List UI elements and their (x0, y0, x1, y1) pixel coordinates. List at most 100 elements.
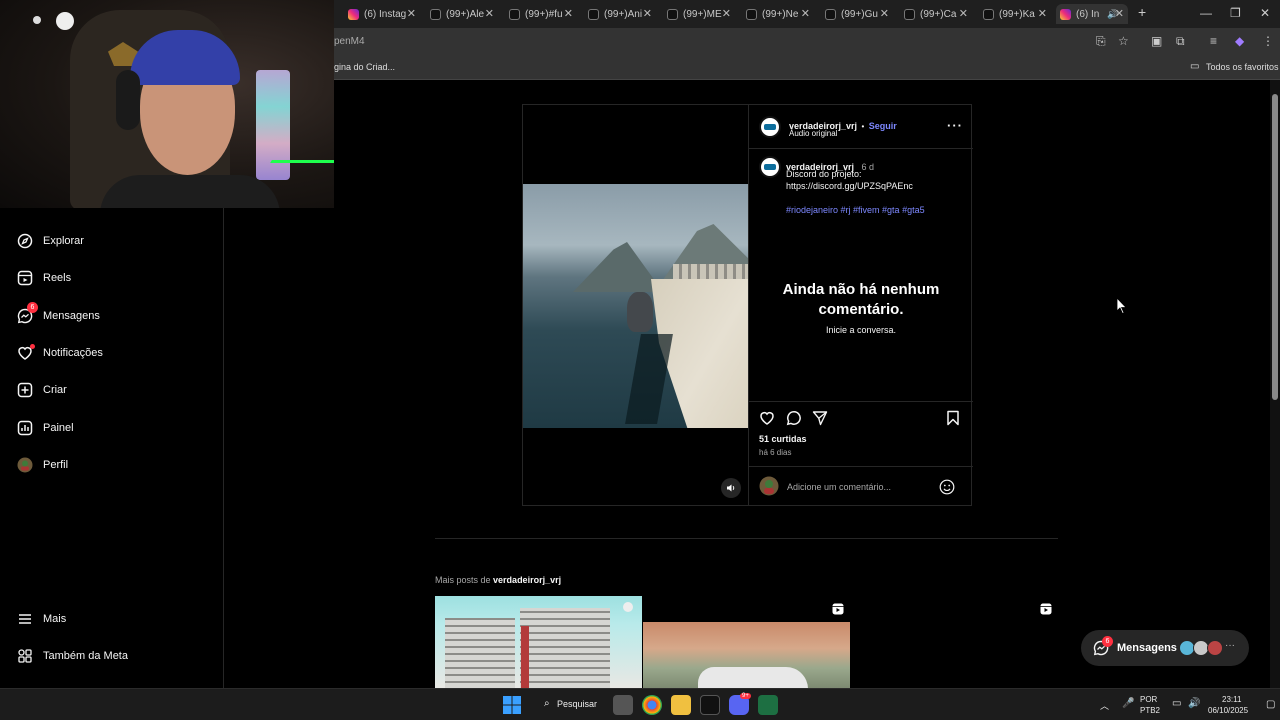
like-icon[interactable] (759, 410, 775, 431)
likes-count[interactable]: 51 curtidas (759, 434, 807, 444)
puzzle-icon[interactable]: ⧉ (1176, 34, 1185, 49)
tiktok-icon (509, 8, 520, 20)
chrome-icon[interactable] (642, 695, 662, 715)
media-icon[interactable]: ≡ (1210, 34, 1217, 48)
close-icon[interactable]: ✕ (1115, 7, 1124, 20)
streamer-shirt (100, 175, 280, 208)
sidebar-item-meta[interactable]: Também da Meta (16, 645, 128, 667)
chart-icon (16, 419, 34, 437)
sidebar-item-mais[interactable]: Mais (16, 608, 66, 630)
building-stripe (521, 626, 529, 688)
profile-icon[interactable]: ◆ (1235, 34, 1244, 48)
caption-link[interactable]: https://discord.gg/UPZSqPAEnc (786, 180, 913, 192)
page-scrollbar[interactable] (1270, 80, 1280, 688)
more-options-icon[interactable]: ··· (947, 118, 963, 133)
sidebar-item-mensagens[interactable]: 6 Mensagens (16, 302, 100, 327)
notification-badge: 6 (27, 302, 38, 313)
network-icon[interactable]: ▭ (1172, 698, 1181, 709)
language-secondary[interactable]: PTB2 (1140, 706, 1160, 715)
caption-line: Discord do projeto: (786, 169, 862, 179)
browser-tab[interactable]: (6) Instag ✕ (348, 4, 416, 24)
address-bar[interactable]: penM4 (334, 32, 1134, 52)
post-thumbnail[interactable] (643, 622, 850, 688)
separator-dot: • (861, 122, 865, 131)
browser-tab[interactable]: (99+)Ka ✕ (983, 4, 1047, 24)
tiktok-icon[interactable] (700, 695, 720, 715)
sidebar-item-explorar[interactable]: Explorar (16, 230, 84, 252)
tab-title: (99+)#fu (525, 8, 563, 20)
mute-button[interactable] (721, 478, 741, 498)
emoji-icon[interactable] (939, 479, 955, 500)
comment-icon[interactable] (786, 410, 802, 431)
sidebar-item-notificacoes[interactable]: Notificações (16, 342, 103, 364)
browser-tab[interactable]: (99+)Ca ✕ (904, 4, 968, 24)
messages-pill[interactable]: 6 Mensagens ··· (1081, 630, 1249, 666)
heart-icon (16, 344, 35, 362)
caption-hashtags[interactable]: #riodejaneiro #rj #fivem #gta #gta5 (786, 205, 925, 215)
share-icon[interactable] (812, 410, 828, 431)
close-icon[interactable]: ✕ (407, 7, 416, 20)
windows-start-icon[interactable] (503, 696, 521, 719)
video-frame (523, 184, 748, 428)
sidebar-item-label: Explorar (43, 235, 84, 247)
browser-tab[interactable]: (99+)ME ✕ (667, 4, 731, 24)
chevron-up-icon[interactable]: ︿ (1100, 699, 1109, 712)
post-thumbnail[interactable] (435, 596, 642, 688)
restore-icon[interactable]: ❐ (1230, 6, 1241, 20)
close-icon[interactable]: ✕ (722, 7, 731, 20)
sidebar-item-reels[interactable]: Reels (16, 267, 71, 289)
tiktok-icon (983, 8, 994, 20)
browser-tab[interactable]: (99+)Gu ✕ (825, 4, 889, 24)
close-icon[interactable]: ✕ (643, 7, 652, 20)
file-explorer-icon[interactable] (671, 695, 691, 715)
close-window-icon[interactable]: ✕ (1260, 6, 1270, 20)
reels-icon (832, 602, 844, 615)
browser-tab-active[interactable]: (6) In 🔊 ✕ (1056, 4, 1128, 24)
browser-tab[interactable]: (99+)#fu ✕ (509, 4, 573, 24)
new-tab-icon[interactable]: + (1138, 4, 1146, 20)
browser-tab[interactable]: (99+)Ale ✕ (430, 4, 494, 24)
taskbar-search[interactable]: Pesquisar (557, 699, 597, 709)
scroll-thumb[interactable] (1272, 94, 1278, 400)
all-favorites[interactable]: Todos os favoritos (1206, 62, 1279, 72)
kebab-menu-icon[interactable]: ⋮ (1262, 34, 1274, 48)
post-actions: 51 curtidas há 6 dias Adicione um coment… (749, 401, 973, 505)
extension-icon[interactable]: ▣ (1151, 34, 1162, 48)
sidebar-item-label: Reels (43, 272, 72, 284)
sidebar-item-criar[interactable]: Criar (16, 379, 67, 401)
excel-icon[interactable] (758, 695, 778, 715)
more-posts-username[interactable]: verdadeirorj_vrj (493, 575, 561, 585)
reel-video[interactable] (523, 105, 748, 505)
volume-icon[interactable]: 🔊 (1188, 698, 1200, 709)
comment-input[interactable]: Adicione um comentário... (787, 482, 891, 492)
clock-date[interactable]: 06/10/2025 (1208, 706, 1248, 715)
minimize-icon[interactable]: — (1200, 6, 1212, 20)
bookmark-icon[interactable] (946, 410, 960, 431)
close-icon[interactable]: ✕ (801, 7, 810, 20)
microphone-icon[interactable]: 🎤 (1122, 698, 1134, 709)
helicopter (627, 292, 653, 332)
browser-tab[interactable]: (99+)Ne ✕ (746, 4, 810, 24)
caption-avatar[interactable] (759, 156, 781, 178)
notification-center-icon[interactable]: ▢ (1266, 699, 1275, 710)
star-icon[interactable]: ☆ (1118, 34, 1129, 48)
clock-time[interactable]: 23:11 (1222, 695, 1241, 704)
address-text: penM4 (334, 36, 365, 47)
sidebar-item-painel[interactable]: Painel (16, 417, 74, 439)
task-view-icon[interactable] (613, 695, 633, 715)
browser-tab[interactable]: (99+)Ani ✕ (588, 4, 652, 24)
close-icon[interactable]: ✕ (959, 7, 968, 20)
language-primary[interactable]: POR (1140, 695, 1157, 704)
empty-title-line: comentário. (818, 301, 904, 318)
close-icon[interactable]: ✕ (880, 7, 889, 20)
sidebar-item-perfil[interactable]: Perfil (16, 454, 68, 476)
close-icon[interactable]: ✕ (564, 7, 573, 20)
close-icon[interactable]: ✕ (485, 7, 494, 20)
bookmark-item[interactable]: gina do Criad... (334, 62, 395, 72)
messages-label: Mensagens (1117, 642, 1177, 654)
close-icon[interactable]: ✕ (1038, 7, 1047, 20)
audio-label[interactable]: Áudio original (789, 129, 837, 138)
author-avatar[interactable] (759, 116, 781, 138)
install-icon[interactable]: ⎘ (1096, 34, 1106, 49)
follow-button[interactable]: Seguir (869, 121, 897, 131)
